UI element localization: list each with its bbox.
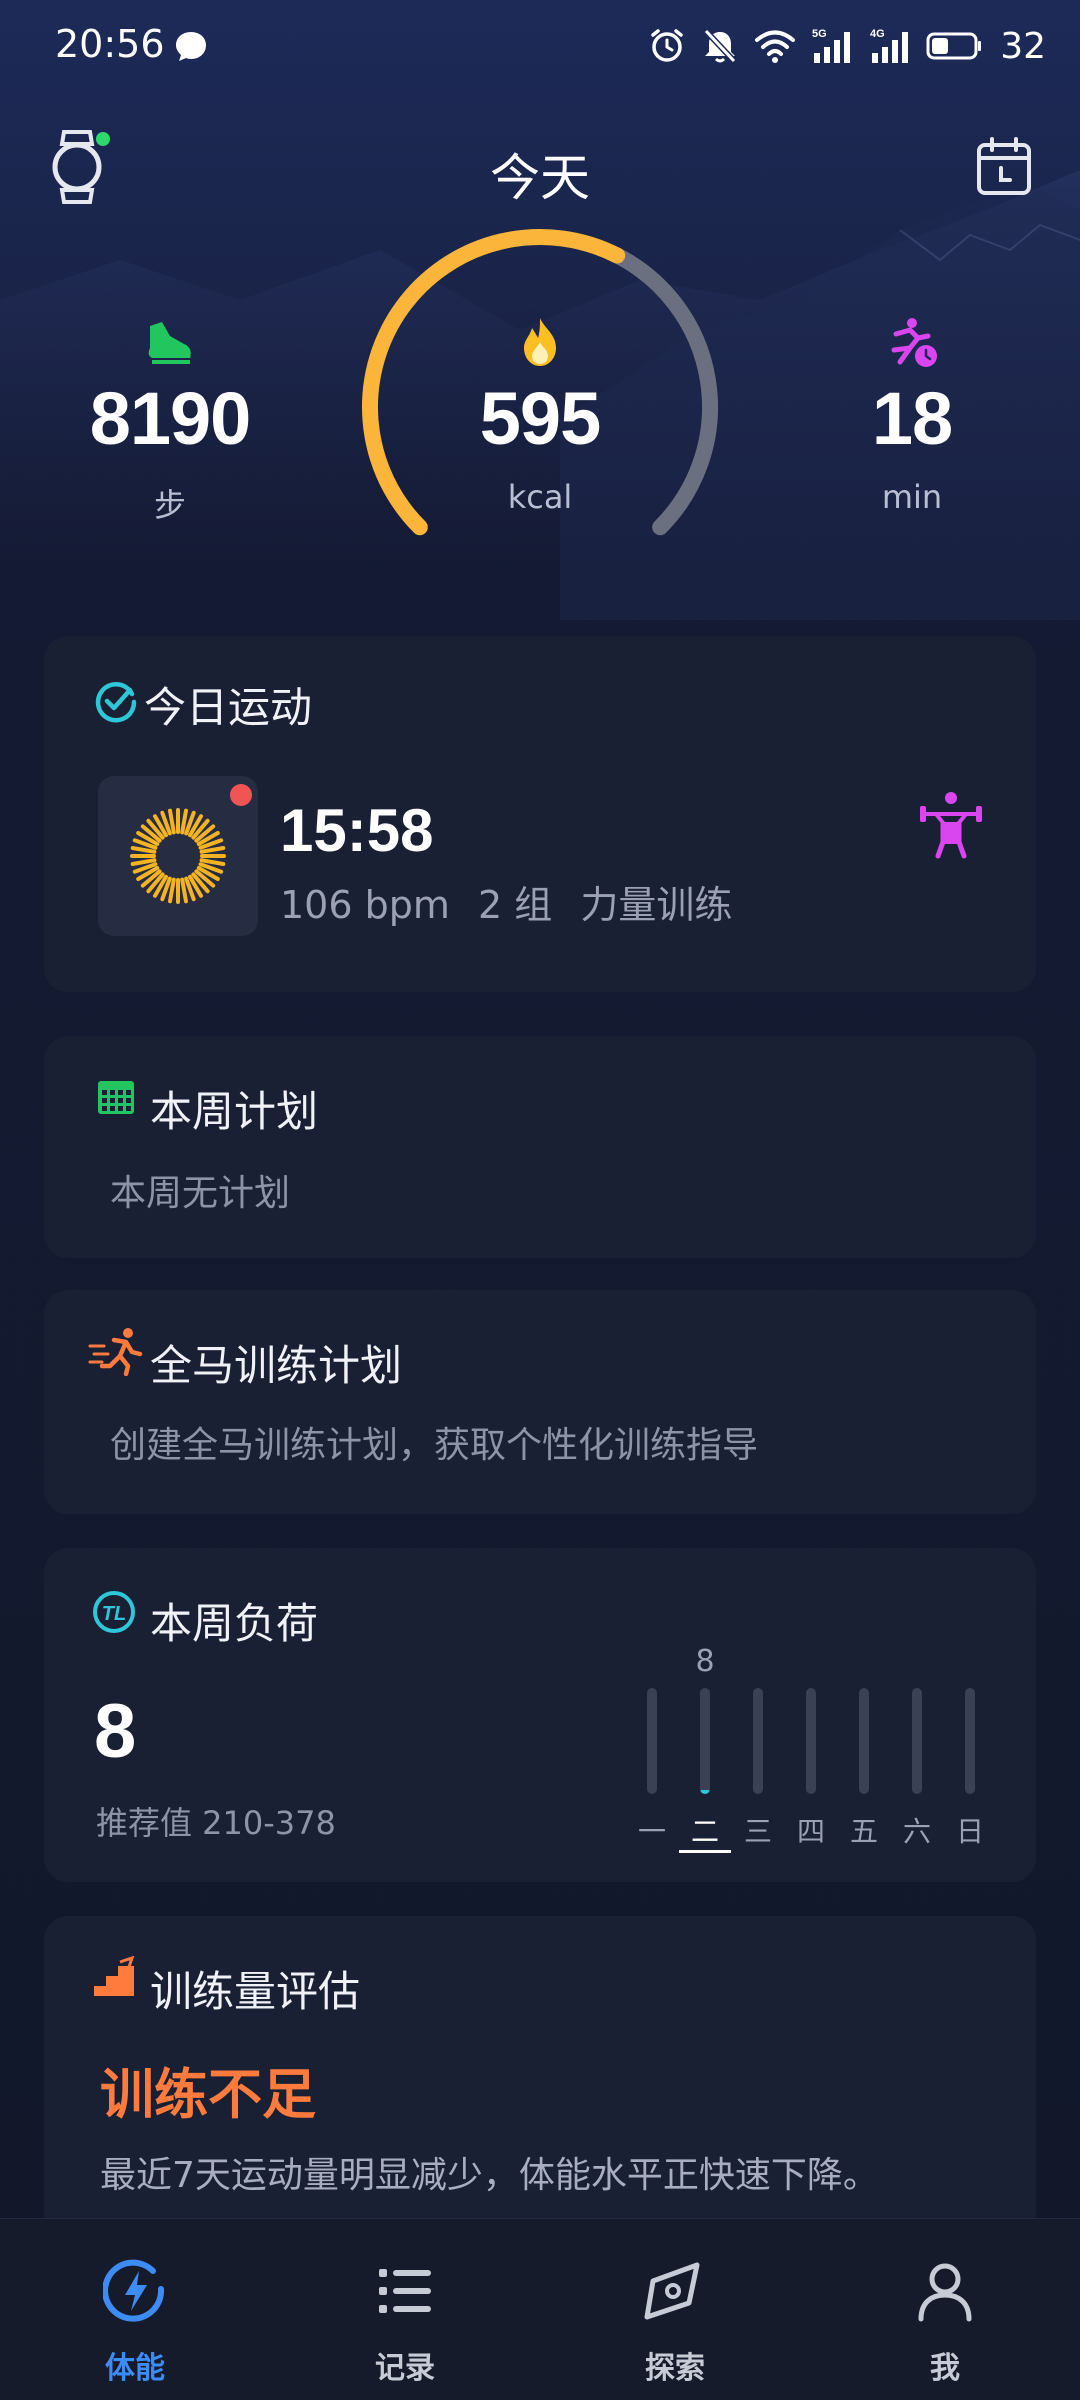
chat-bubble-icon <box>176 32 206 61</box>
signal-5g-label: 5G <box>812 28 827 40</box>
calories-unit: kcal <box>507 478 573 516</box>
training-assessment-description: 最近7天运动量明显减少，体能水平正快速下降。 <box>100 2155 879 2196</box>
load-bar-track <box>647 1688 657 1794</box>
weightlifting-icon <box>920 792 982 859</box>
page-title: 今天 <box>490 149 590 207</box>
marathon-plan-card[interactable]: 全马训练计划 创建全马训练计划，获取个性化训练指导 <box>44 1290 1036 1514</box>
nav-label-me: 我 <box>930 2351 960 2386</box>
signal-4g-label: 4G <box>870 28 885 40</box>
active-minutes-unit: min <box>881 478 943 516</box>
weekly-plan-subtitle: 本周无计划 <box>110 1173 291 1214</box>
nav-tab-fitness[interactable]: 体能 <box>0 2219 270 2400</box>
wifi-icon <box>755 30 796 63</box>
status-bar: 20:56 5G 4G 32 <box>0 0 1080 90</box>
list-icon <box>379 2269 431 2313</box>
nav-tab-explore[interactable]: 探索 <box>540 2219 810 2400</box>
compass-icon <box>644 2262 700 2320</box>
load-bar-track <box>859 1688 869 1794</box>
person-icon <box>918 2263 972 2322</box>
workout-sets: 2 组 <box>477 883 553 927</box>
marathon-plan-subtitle: 创建全马训练计划，获取个性化训练指导 <box>110 1425 759 1466</box>
training-assessment-status: 训练不足 <box>100 2063 316 2126</box>
load-bar-day-label: 日 <box>955 1815 984 1848</box>
nav-label-explore: 探索 <box>645 2351 705 2386</box>
nav-label-fitness: 体能 <box>105 2351 165 2386</box>
sun-burst-ray <box>130 858 157 866</box>
sun-burst-ray <box>130 846 157 854</box>
load-bar-track <box>700 1688 710 1794</box>
battery-icon <box>926 32 982 60</box>
sun-burst-ray <box>180 877 188 904</box>
sun-burst-ray <box>199 858 226 866</box>
calendar-grid-icon <box>98 1081 134 1114</box>
load-bar-day-label: 三 <box>743 1815 772 1848</box>
steps-value: 8190 <box>89 377 252 460</box>
load-bar-track <box>965 1688 975 1794</box>
today-workout-title: 今日运动 <box>144 683 313 732</box>
load-bar-track <box>912 1688 922 1794</box>
bottom-nav: 体能 记录 探索 我 <box>0 2218 1080 2400</box>
stairs-up-icon <box>94 1956 135 1996</box>
workout-meta: 106 bpm 2 组 力量训练 <box>280 874 748 929</box>
load-bar-day-label: 五 <box>849 1815 878 1848</box>
shoe-icon <box>148 322 191 364</box>
sun-burst-ray <box>180 808 188 835</box>
battery-percent: 32 <box>1000 25 1046 67</box>
sun-burst-ray <box>199 846 226 854</box>
svg-text:TL: TL <box>102 1603 126 1625</box>
mute-icon <box>703 28 737 64</box>
calendar-icon[interactable] <box>976 136 1032 196</box>
load-bar-track <box>753 1688 763 1794</box>
load-bar-day-label: 二 <box>679 1810 731 1853</box>
nav-label-records: 记录 <box>375 2351 435 2386</box>
load-bar-value-label: 8 <box>695 1644 715 1679</box>
weekly-plan-title: 本周计划 <box>150 1087 319 1136</box>
marathon-plan-title: 全马训练计划 <box>150 1341 403 1390</box>
status-icons: 5G 4G 32 <box>648 24 1046 68</box>
weekly-load-value: 8 <box>94 1689 137 1774</box>
load-bar-day-label: 六 <box>902 1815 931 1848</box>
workout-unread-dot <box>230 784 252 806</box>
check-circle-icon <box>95 682 137 723</box>
nav-tab-records[interactable]: 记录 <box>270 2219 540 2400</box>
training-assessment-title: 训练量评估 <box>150 1967 361 2016</box>
status-time: 20:56 <box>55 22 165 66</box>
bolt-circle-icon <box>103 2259 165 2322</box>
weekly-load-title: 本周负荷 <box>150 1599 319 1648</box>
watch-connected-dot <box>96 132 110 146</box>
flame-icon <box>524 318 556 366</box>
load-bar-day-label: 一 <box>637 1815 666 1848</box>
steps-unit: 步 <box>153 486 186 524</box>
nav-tab-me[interactable]: 我 <box>810 2219 1080 2400</box>
today-workout-card[interactable]: 今日运动 15:58 106 bpm 2 组 力量训练 <box>44 636 1036 992</box>
sun-burst-ray <box>168 877 176 904</box>
load-bar-track <box>806 1688 816 1794</box>
running-clock-icon <box>891 318 937 367</box>
training-load-icon: TL <box>93 1591 135 1633</box>
calories-value: 595 <box>479 377 601 460</box>
weekly-plan-card[interactable]: 本周计划 本周无计划 <box>44 1036 1036 1258</box>
load-bar-day-label: 四 <box>796 1815 825 1848</box>
runner-icon <box>88 1328 143 1376</box>
weekly-load-recommended: 推荐值 210-378 <box>96 1804 336 1842</box>
weekly-load-card[interactable]: TL 本周负荷 8 推荐值 210-378 一 8 二三四五六日 <box>44 1548 1036 1882</box>
sun-burst-icon <box>130 808 226 904</box>
active-minutes-value: 18 <box>871 377 953 460</box>
alarm-icon <box>651 29 683 62</box>
load-bar-fill <box>700 1789 710 1794</box>
workout-type: 力量训练 <box>580 883 733 927</box>
workout-heart-rate: 106 bpm <box>280 883 450 927</box>
sun-burst-ray <box>168 808 176 835</box>
workout-time: 15:58 <box>280 797 434 864</box>
signal-4g-icon: 4G <box>870 28 909 63</box>
signal-5g-icon: 5G <box>812 28 851 63</box>
